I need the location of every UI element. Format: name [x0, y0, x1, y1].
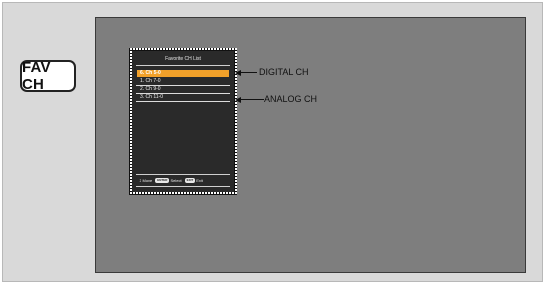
title-divider	[136, 65, 230, 66]
exit-hint: EXIT Exit	[184, 178, 203, 183]
osd-menu: Favorite CH List 6. Ch 5-0 1. Ch 7-0 2. …	[132, 51, 234, 192]
enter-key-icon: ENTER	[155, 178, 170, 183]
digital-arrow-icon	[235, 70, 241, 76]
move-label: Move	[142, 178, 153, 183]
osd-title: Favorite CH List	[165, 56, 201, 62]
move-hint: ↕ Move	[139, 178, 152, 184]
channel-item[interactable]: 1. Ch 7-0	[136, 78, 230, 86]
analog-callout-line	[240, 99, 264, 100]
exit-key-icon: EXIT	[184, 178, 196, 183]
channel-item-analog[interactable]: 3. Ch 11-0	[136, 94, 230, 102]
exit-label: Exit	[196, 178, 203, 183]
digital-callout-line	[240, 72, 257, 73]
up-down-arrow-icon: ↕	[139, 177, 142, 184]
channel-list: 6. Ch 5-0 1. Ch 7-0 2. Ch 9-0 3. Ch 11-0	[136, 70, 230, 102]
osd-footer: ↕ Move ENTER Select EXIT Exit	[136, 174, 230, 187]
analog-ch-label: ANALOG CH	[264, 94, 318, 104]
favorite-ch-list-panel: Favorite CH List 6. Ch 5-0 1. Ch 7-0 2. …	[129, 48, 237, 195]
select-label: Select	[170, 178, 182, 183]
channel-item[interactable]: 2. Ch 9-0	[136, 86, 230, 94]
channel-item-digital[interactable]: 6. Ch 5-0	[137, 70, 229, 77]
select-hint: ENTER Select	[155, 178, 182, 183]
digital-ch-label: DIGITAL CH	[259, 67, 309, 77]
fav-ch-button[interactable]: FAV CH	[20, 59, 76, 93]
analog-arrow-icon	[235, 97, 241, 103]
